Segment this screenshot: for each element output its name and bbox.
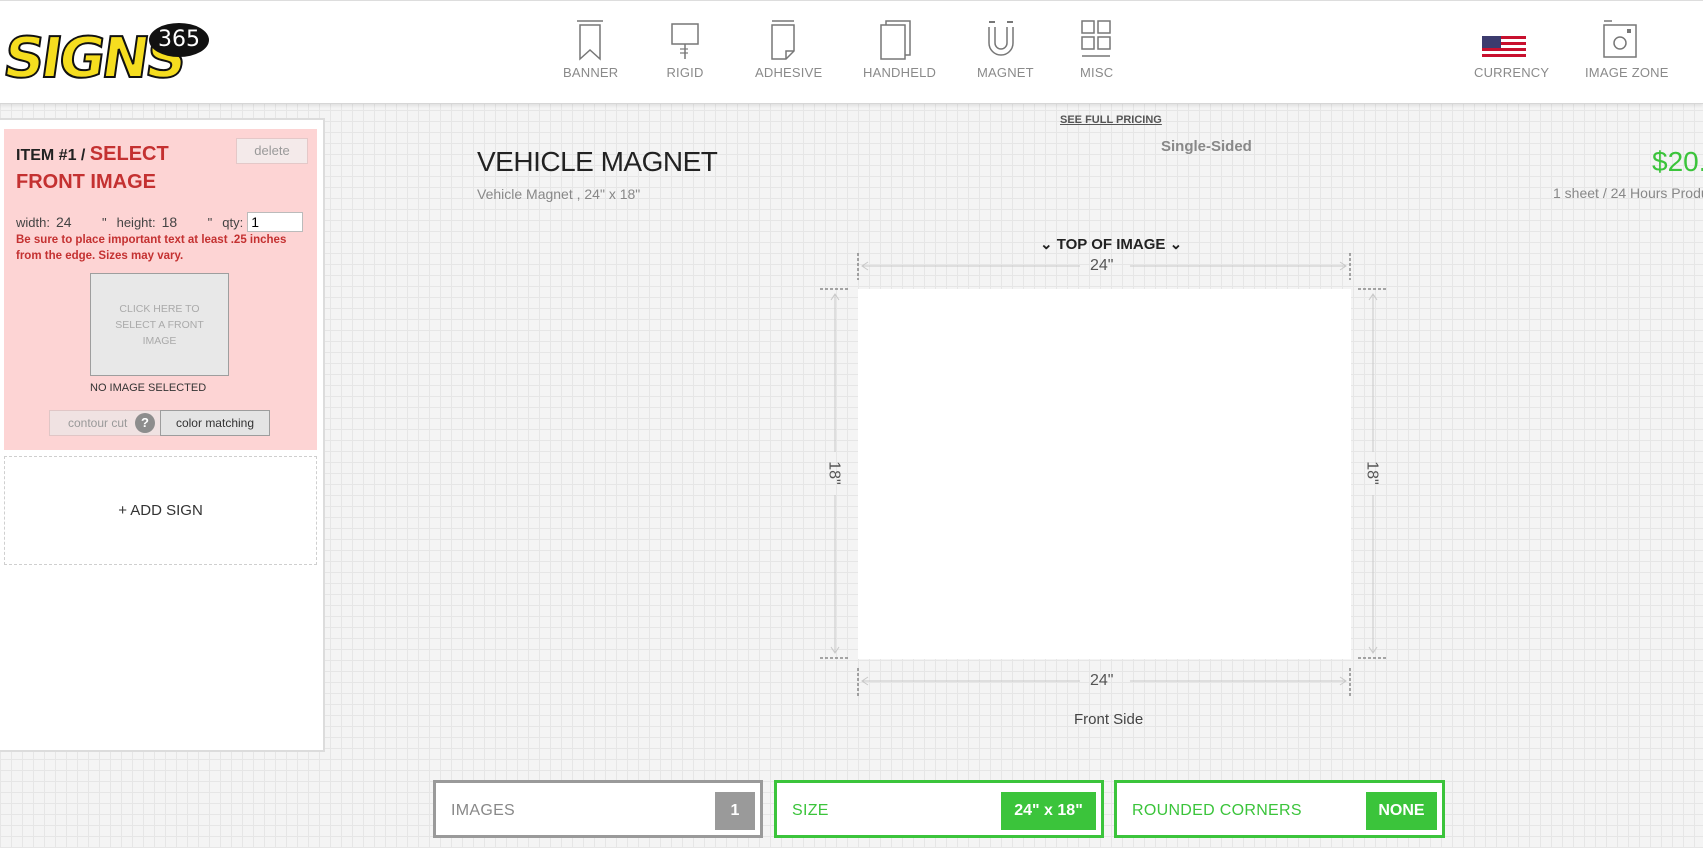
rounded-corners-option[interactable]: ROUNDED CORNERS NONE xyxy=(1114,780,1445,838)
size-option-label: SIZE xyxy=(792,802,829,819)
front-side-label: Front Side xyxy=(1074,711,1144,728)
images-option-label: IMAGES xyxy=(451,802,516,819)
rounded-corners-value-badge: NONE xyxy=(1366,792,1437,830)
sign-preview-canvas[interactable] xyxy=(858,289,1351,659)
images-count-badge: 1 xyxy=(715,792,755,830)
size-option[interactable]: SIZE 24" x 18" xyxy=(774,780,1104,838)
images-option[interactable]: IMAGES 1 xyxy=(433,780,763,838)
left-height-dimension: 18" xyxy=(825,461,843,485)
right-height-dimension: 18" xyxy=(1363,461,1381,485)
top-width-dimension: 24" xyxy=(1090,257,1114,274)
rounded-corners-label: ROUNDED CORNERS xyxy=(1132,802,1302,819)
dimension-guides xyxy=(820,253,1388,696)
bottom-width-dimension: 24" xyxy=(1090,672,1114,689)
size-value-badge: 24" x 18" xyxy=(1001,792,1096,830)
